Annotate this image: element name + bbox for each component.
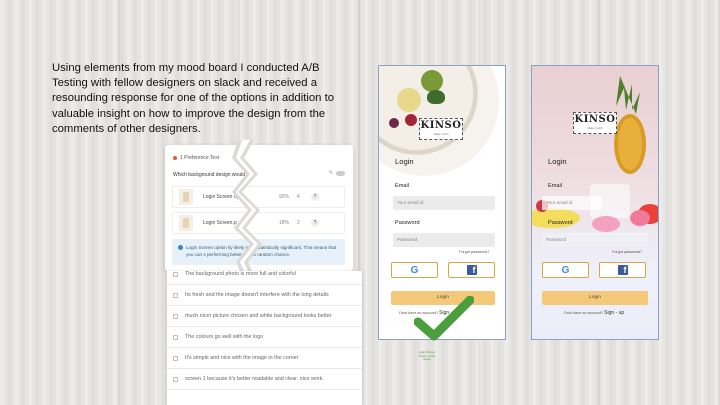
comments-list: The background photo is more full and co…: [167, 271, 362, 405]
comment-checkbox[interactable]: [173, 355, 178, 361]
email-input[interactable]: Your email id: [393, 196, 495, 210]
pineapple-background-image: [532, 76, 658, 232]
password-label: Password: [548, 220, 573, 226]
comment-checkbox[interactable]: [173, 313, 178, 319]
preference-test-title: 1 Preference Test: [180, 155, 220, 161]
forgot-password-link[interactable]: Forgot password?: [459, 250, 489, 254]
torn-paper-graphic: [232, 140, 262, 280]
facebook-login-button[interactable]: f: [448, 262, 495, 278]
option-percent: 92%: [279, 194, 290, 200]
google-login-button[interactable]: G: [542, 262, 589, 278]
comment-checkbox[interactable]: [173, 334, 178, 340]
logo-subtext: Make it with: [433, 132, 449, 136]
password-input[interactable]: Password: [542, 233, 648, 247]
login-title: Login: [395, 157, 414, 166]
login-button[interactable]: Login: [542, 291, 648, 305]
kinso-logo: KINSO Make it with: [573, 112, 617, 134]
option-percent: 18%: [279, 220, 290, 226]
comment-text: screen 1 because it's better readable an…: [185, 376, 324, 382]
berry-image: [405, 114, 417, 126]
email-label: Email: [395, 183, 409, 189]
kinso-logo: KINSO Make it with: [419, 118, 463, 140]
pear-image: [397, 88, 421, 112]
google-icon: G: [410, 264, 419, 276]
comment-checkbox[interactable]: [173, 376, 178, 382]
comment-checkbox[interactable]: [173, 271, 178, 277]
logo-text: KINSO: [420, 120, 462, 131]
preference-tools: ✎: [329, 170, 345, 176]
option-votes: 2: [297, 220, 300, 226]
login-screen-option-2: KINSO Make it with Login Email Your emai…: [531, 65, 659, 340]
comment-checkbox[interactable]: [173, 292, 178, 298]
facebook-icon: f: [466, 265, 477, 275]
berry-image: [389, 118, 399, 128]
preference-test-header: 1 Preference Test: [173, 155, 219, 161]
forgot-password-link[interactable]: Forgot password?: [612, 250, 642, 254]
password-label: Password: [395, 220, 420, 226]
comment-text: The colours go well with the logo: [185, 334, 264, 340]
edit-icon[interactable]: ✎: [329, 170, 333, 176]
fig-image: [421, 70, 443, 92]
slide-description: Using elements from my mood board I cond…: [52, 62, 334, 135]
comment-item: screen 1 because it's better readable an…: [167, 369, 362, 390]
comment-text: much nicer picture chosen and white back…: [185, 313, 332, 319]
comment-item: much nicer picture chosen and white back…: [167, 306, 362, 327]
signup-prompt: Dont have an account? Sign - up: [564, 310, 624, 316]
comment-item: Its fresh and the image doesn't interfer…: [167, 285, 362, 306]
email-input[interactable]: Your email id: [542, 196, 602, 210]
help-icon[interactable]: ?: [311, 193, 319, 201]
google-icon: G: [561, 264, 570, 276]
comment-item: The background photo is more full and co…: [167, 271, 362, 285]
help-icon[interactable]: ?: [311, 219, 319, 227]
leaf-image: [427, 90, 445, 104]
option-thumbnail: [179, 215, 193, 231]
comment-item: The colours go well with the logo: [167, 327, 362, 348]
email-label: Email: [548, 183, 562, 189]
option-thumbnail: [179, 189, 193, 205]
google-login-button[interactable]: G: [391, 262, 438, 278]
logo-subtext: Make it with: [587, 126, 603, 130]
password-input[interactable]: Password: [393, 233, 495, 247]
info-icon: [178, 245, 183, 250]
comment-text: It's simple and nice with the image in t…: [185, 355, 299, 361]
comment-item: It's simple and nice with the image in t…: [167, 348, 362, 369]
comment-text: The background photo is more full and co…: [185, 271, 296, 277]
checkmark-icon: [414, 296, 474, 341]
facebook-icon: f: [617, 265, 628, 275]
signup-link[interactable]: Sign - up: [604, 310, 624, 316]
status-dot-icon: [173, 156, 177, 160]
logo-text: KINSO: [574, 114, 616, 125]
option-votes: 4: [297, 194, 300, 200]
facebook-login-button[interactable]: f: [599, 262, 646, 278]
checkmark-caption: Login Screen Option 1 best layout: [418, 350, 436, 362]
signup-prefix: Dont have an account?: [564, 311, 604, 315]
login-title: Login: [548, 157, 567, 166]
toggle-switch[interactable]: [336, 170, 345, 176]
comment-text: Its fresh and the image doesn't interfer…: [185, 292, 329, 298]
